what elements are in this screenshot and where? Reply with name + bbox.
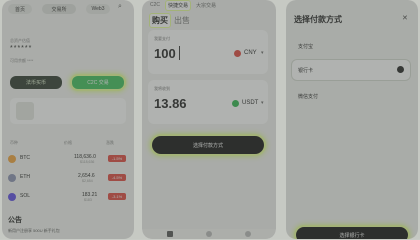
change-badge: -1.5% (108, 155, 126, 162)
option-wechat-pay[interactable]: 微信支付 (292, 86, 410, 106)
tab-home[interactable]: 首页 (8, 4, 32, 14)
trade-tabs: C2C 快捷交易 大宗交易 (150, 0, 216, 10)
option-label: 微信支付 (298, 93, 319, 100)
tab-quick-trade[interactable]: 快捷交易 (166, 0, 191, 10)
buy-toggle[interactable]: 购买 (150, 14, 170, 27)
screen: 首页 交易所 Web3 ⌕ 总资产估值 ****** 可用余额 **** 法币买… (0, 0, 420, 239)
notice-text[interactable]: 新用户注册享 500U 新手礼包 (8, 228, 60, 234)
total-label: 总资产估值 (10, 38, 30, 43)
eth-icon (8, 174, 16, 182)
pay-label: 我要支付 (154, 36, 170, 41)
coin-name: SOL (20, 193, 31, 199)
option-label: 银行卡 (298, 67, 314, 74)
pay-currency[interactable]: CNY (244, 50, 257, 56)
pay-amount-input[interactable]: 100 (154, 46, 176, 61)
text-cursor (179, 46, 180, 60)
option-label: 支付宝 (298, 43, 314, 50)
tab-web3[interactable]: Web3 (86, 4, 110, 14)
chevron-down-icon[interactable]: ▾ (261, 100, 264, 106)
trade-nav-icon[interactable] (167, 231, 173, 237)
sol-icon (8, 193, 16, 201)
receive-amount: 13.86 (154, 96, 187, 111)
option-bank-card[interactable]: 银行卡 (292, 60, 410, 80)
banner[interactable] (10, 98, 126, 124)
coin-sub: $2,654 (82, 179, 93, 183)
coin-name: ETH (20, 174, 30, 180)
tab-block-trade[interactable]: 大宗交易 (196, 2, 216, 9)
receive-currency[interactable]: USDT (242, 100, 258, 106)
coin-sub: $118,636 (80, 160, 95, 164)
notice-title: 公告 (8, 217, 22, 224)
tab-c2c[interactable]: C2C (150, 2, 160, 8)
bottom-nav (142, 229, 276, 239)
available-balance: 可用余额 **** (10, 58, 34, 63)
receive-label: 我将收到 (154, 86, 170, 91)
tab-exchange[interactable]: 交易所 (42, 4, 76, 14)
sheet-title: 选择付款方式 (294, 15, 342, 24)
close-icon[interactable]: ✕ (402, 14, 408, 22)
choose-payment-button[interactable]: 选择付款方式 (152, 136, 264, 154)
quick-trade-screen: C2C 快捷交易 大宗交易 购买 出售 我要支付 100 CNY ▾ 我将收到 … (142, 0, 276, 239)
profile-nav-icon[interactable] (245, 231, 251, 237)
payment-method-sheet: 选择付款方式 ✕ 支付宝 银行卡 微信支付 选择银行卡 (286, 0, 418, 239)
btc-icon (8, 155, 16, 163)
col-change: 涨跌 (106, 140, 114, 145)
option-alipay[interactable]: 支付宝 (292, 36, 410, 56)
buy-crypto-button[interactable]: 法币买币 (10, 76, 62, 89)
receive-box: 我将收到 13.86 USDT ▾ (148, 80, 268, 124)
change-badge: -4.5% (108, 174, 126, 181)
total-value: ****** (10, 45, 33, 52)
chevron-down-icon[interactable]: ▾ (261, 50, 264, 56)
search-icon[interactable]: ⌕ (118, 3, 122, 11)
sell-toggle[interactable]: 出售 (174, 15, 190, 26)
orders-nav-icon[interactable] (206, 231, 212, 237)
pay-box: 我要支付 100 CNY ▾ (148, 30, 268, 74)
home-screen: 首页 交易所 Web3 ⌕ 总资产估值 ****** 可用余额 **** 法币买… (2, 0, 134, 239)
cny-flag-icon (234, 50, 241, 57)
col-coin: 币种 (10, 140, 18, 145)
coin-name: BTC (20, 155, 30, 161)
chart-icon (16, 102, 34, 120)
selected-check-icon (397, 66, 404, 73)
col-price: 价格 (64, 140, 72, 145)
change-badge: -3.1% (108, 193, 126, 200)
c2c-button[interactable]: C2C 交易 (72, 76, 124, 89)
confirm-bank-card-button[interactable]: 选择银行卡 (296, 227, 408, 239)
coin-sub: $183 (84, 198, 92, 202)
usdt-icon (232, 100, 239, 107)
